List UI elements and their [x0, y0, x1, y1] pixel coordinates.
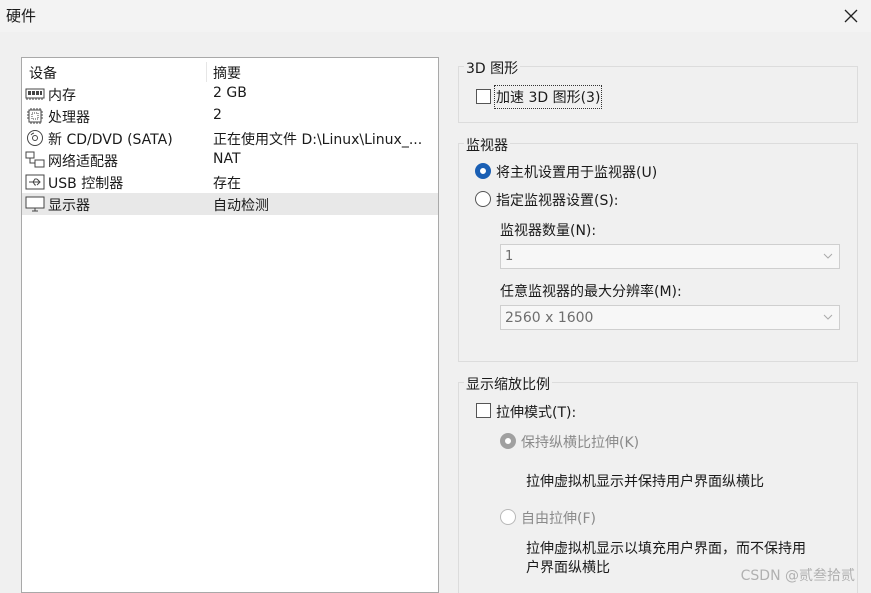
device-summary: NAT: [213, 151, 241, 167]
specify-monitor-label[interactable]: 指定监视器设置(S):: [496, 190, 619, 210]
keep-aspect-description: 拉伸虚拟机显示并保持用户界面纵横比: [526, 474, 764, 490]
stretch-mode-checkbox[interactable]: [476, 403, 491, 418]
device-row-monitor[interactable]: 显示器 自动检测: [22, 193, 438, 215]
memory-icon: [25, 88, 45, 100]
device-summary: 自动检测: [213, 198, 269, 214]
device-summary: 2: [213, 107, 222, 123]
close-icon: [844, 9, 858, 23]
device-name: USB 控制器: [48, 176, 124, 192]
device-name: 新 CD/DVD (SATA): [48, 132, 173, 148]
device-row-memory[interactable]: 内存 2 GB: [22, 83, 438, 105]
cd-dvd-icon: [27, 130, 43, 146]
device-list-header: 设备 摘要: [22, 60, 438, 82]
processor-icon: [27, 108, 43, 124]
use-host-label[interactable]: 将主机设置用于监视器(U): [496, 162, 657, 182]
accelerate-3d-label[interactable]: 加速 3D 图形(3): [493, 85, 603, 109]
device-name: 内存: [48, 88, 76, 104]
watermark: CSDN @贰叁拾贰: [740, 568, 855, 584]
device-name: 处理器: [48, 110, 90, 126]
free-stretch-radio[interactable]: [500, 509, 516, 525]
device-row-processor[interactable]: 处理器 2: [22, 105, 438, 127]
close-button[interactable]: [831, 0, 871, 32]
max-resolution-value: 2560 x 1600: [505, 310, 594, 326]
device-summary: 正在使用文件 D:\Linux\Linux_...: [213, 132, 423, 148]
specify-monitor-radio[interactable]: [475, 191, 491, 207]
accelerate-3d-checkbox[interactable]: [476, 89, 491, 104]
usb-icon: [25, 174, 45, 190]
display-scaling-title: 显示缩放比例: [464, 374, 552, 394]
free-stretch-label[interactable]: 自由拉伸(F): [521, 508, 596, 528]
free-stretch-description-line2: 户界面纵横比: [526, 560, 610, 576]
column-header-device[interactable]: 设备: [29, 63, 57, 83]
monitor-title: 监视器: [464, 135, 510, 155]
max-resolution-label: 任意监视器的最大分辨率(M):: [500, 284, 682, 300]
keep-aspect-radio[interactable]: [500, 433, 516, 449]
monitor-count-label: 监视器数量(N):: [500, 223, 597, 239]
monitor-icon: [25, 196, 45, 212]
device-name: 显示器: [48, 198, 90, 214]
free-stretch-description-line1: 拉伸虚拟机显示以填充用户界面，而不保持用: [526, 541, 806, 557]
use-host-radio[interactable]: [475, 163, 491, 179]
title-bar: 硬件: [0, 0, 871, 32]
column-separator: [206, 62, 207, 82]
chevron-down-icon: [823, 253, 833, 259]
device-list[interactable]: 设备 摘要 内存 2 GB 处理器 2 新 CD/DVD (SATA) 正在使用…: [21, 57, 439, 593]
chevron-down-icon: [823, 314, 833, 320]
graphics-3d-title: 3D 图形: [464, 58, 521, 78]
column-header-summary[interactable]: 摘要: [213, 63, 241, 83]
device-name: 网络适配器: [48, 154, 118, 170]
max-resolution-select[interactable]: 2560 x 1600: [500, 305, 840, 330]
device-row-network-adapter[interactable]: 网络适配器 NAT: [22, 149, 438, 171]
device-row-cd-dvd[interactable]: 新 CD/DVD (SATA) 正在使用文件 D:\Linux\Linux_..…: [22, 127, 438, 149]
network-adapter-icon: [25, 151, 45, 168]
keep-aspect-label[interactable]: 保持纵横比拉伸(K): [521, 432, 639, 452]
device-summary: 存在: [213, 176, 241, 192]
window-title: 硬件: [6, 7, 37, 25]
monitor-count-select[interactable]: 1: [500, 244, 840, 269]
device-summary: 2 GB: [213, 85, 247, 101]
device-row-usb-controller[interactable]: USB 控制器 存在: [22, 171, 438, 193]
monitor-count-value: 1: [505, 249, 514, 264]
stretch-mode-label[interactable]: 拉伸模式(T):: [496, 402, 576, 422]
